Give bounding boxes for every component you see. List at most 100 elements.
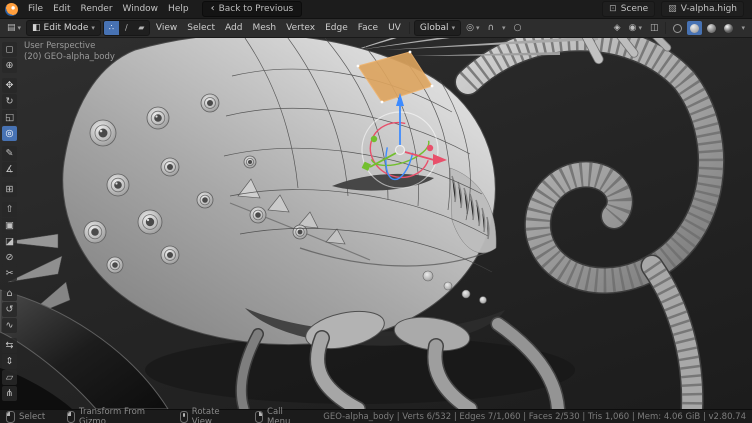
back-to-previous-button[interactable]: ‹ Back to Previous [202,1,303,17]
transform-orientation-dropdown[interactable]: Global ▾ [414,20,461,36]
tool-shrink-fatten-button[interactable]: ⇕ [2,354,17,369]
blender-logo-icon[interactable] [5,3,18,16]
menu-view[interactable]: View [152,23,181,33]
chevron-down-icon: ▾ [18,25,22,32]
view-name-text: User Perspective [24,41,115,52]
move-icon: ✥ [6,80,14,91]
menu-file[interactable]: File [23,0,48,19]
snap-settings-dropdown[interactable]: ▾ [499,21,509,35]
show-gizmos-button[interactable]: ◈ [611,21,624,35]
vertex-select-button[interactable]: ∴ [104,21,119,35]
tool-edge-slide-button[interactable]: ⇆ [2,338,17,353]
menu-vertex[interactable]: Vertex [282,23,319,33]
left-mouse-drag-icon [67,411,75,423]
viewport-info-overlay: User Perspective (20) GEO-alpha_body [24,41,115,63]
proportional-editing-icon: ○ [514,23,522,33]
loop-cut-icon: ⊘ [6,252,14,263]
extrude-region-icon: ⇧ [6,204,14,215]
chevron-down-icon: ▾ [476,25,480,32]
menu-window[interactable]: Window [118,0,164,19]
hint-rotate-label: Rotate View [192,407,234,423]
tool-select-box-button[interactable]: ◻ [2,42,17,57]
chevron-down-icon: ▾ [502,25,506,32]
tool-poly-build-button[interactable]: ⌂ [2,286,17,301]
measure-icon: ∡ [5,164,14,175]
edge-select-button[interactable]: ∕ [119,21,134,35]
blender-window: File Edit Render Window Help ‹ Back to P… [0,0,752,423]
tool-transform-button[interactable]: ◎ [2,126,17,141]
menu-help[interactable]: Help [163,0,194,19]
scene-selector[interactable]: ⊡ Scene [602,1,655,17]
gizmos-icon: ◈ [614,23,621,33]
snap-toggle-button[interactable]: ∩ [484,21,497,35]
left-mouse-icon [6,411,15,423]
menu-mesh[interactable]: Mesh [248,23,280,33]
menu-select[interactable]: Select [183,23,219,33]
tool-add-cube-button[interactable]: ⊞ [2,182,17,197]
tool-knife-button[interactable]: ✂ [2,266,17,281]
viewport-canvas[interactable]: User Perspective (20) GEO-alpha_body [0,38,752,409]
tool-shear-button[interactable]: ▱ [2,370,17,385]
3d-scene [0,38,752,409]
shading-settings-dropdown[interactable]: ▾ [738,21,748,35]
show-overlays-button[interactable]: ◉ ▾ [626,21,645,35]
middle-mouse-icon [180,411,188,423]
menu-add[interactable]: Add [221,23,246,33]
xray-toggle-button[interactable]: ◫ [647,21,662,35]
view-layer-name: V-alpha.high [681,4,737,14]
status-bar: Select Transform From Gizmo Rotate View … [0,409,752,423]
chevron-down-icon: ▾ [91,25,95,32]
pivot-point-icon: ◎ [466,23,474,33]
view-layer-selector[interactable]: ▧ V-alpha.high [661,1,744,17]
shading-material-button[interactable] [704,21,719,35]
menu-edit[interactable]: Edit [48,0,75,19]
tool-rip-region-button[interactable]: ⋔ [2,386,17,401]
inset-faces-icon: ▣ [5,220,14,231]
tool-shelf: ◻ ⊕ ✥ ↻ ◱ ◎ ✎ ∡ ⊞ ⇧ ▣ ◪ ⊘ ✂ ⌂ ↺ ∿ ⇆ ⇕ ▱ … [2,42,18,401]
pivot-point-dropdown[interactable]: ◎ ▾ [463,21,482,35]
editor-type-button[interactable]: ▤ ▾ [4,21,24,35]
tool-cursor-button[interactable]: ⊕ [2,58,17,73]
menu-edge[interactable]: Edge [321,23,352,33]
menu-render[interactable]: Render [76,0,118,19]
annotate-icon: ✎ [6,148,14,159]
tool-bevel-button[interactable]: ◪ [2,234,17,249]
tool-spin-button[interactable]: ↺ [2,302,17,317]
spin-icon: ↺ [6,304,14,315]
view-layer-icon: ▧ [668,5,677,14]
scale-icon: ◱ [5,112,14,123]
edit-mode-icon: ◧ [32,23,41,33]
cursor-icon: ⊕ [6,60,14,71]
back-to-previous-label: Back to Previous [219,4,294,14]
editor-3d-viewport-icon: ▤ [7,23,16,33]
rip-region-icon: ⋔ [6,388,14,399]
hint-transform-gizmo: Transform From Gizmo [67,407,158,423]
tool-smooth-button[interactable]: ∿ [2,318,17,333]
mode-label: Edit Mode [44,23,89,33]
solid-shading-icon [690,24,699,33]
menu-face[interactable]: Face [354,23,382,33]
right-mouse-icon [255,411,263,423]
separator [409,22,410,34]
proportional-editing-button[interactable]: ○ [511,21,525,35]
shading-solid-button[interactable] [687,21,702,35]
menu-uv[interactable]: UV [384,23,405,33]
face-select-button[interactable]: ▰ [134,21,149,35]
tool-loop-cut-button[interactable]: ⊘ [2,250,17,265]
tool-rotate-button[interactable]: ↻ [2,94,17,109]
wireframe-shading-icon [673,24,682,33]
mode-dropdown[interactable]: ◧ Edit Mode ▾ [26,20,101,36]
tool-inset-faces-button[interactable]: ▣ [2,218,17,233]
shear-icon: ▱ [6,372,13,383]
hint-call-menu-label: Call Menu [267,407,301,423]
tool-measure-button[interactable]: ∡ [2,162,17,177]
scene-statistics: GEO-alpha_body | Verts 6/532 | Edges 7/1… [323,412,746,422]
rendered-shading-icon [724,24,733,33]
xray-icon: ◫ [650,23,659,33]
shading-rendered-button[interactable] [721,21,736,35]
tool-annotate-button[interactable]: ✎ [2,146,17,161]
tool-extrude-region-button[interactable]: ⇧ [2,202,17,217]
tool-move-button[interactable]: ✥ [2,78,17,93]
shading-wireframe-button[interactable] [670,21,685,35]
tool-scale-button[interactable]: ◱ [2,110,17,125]
